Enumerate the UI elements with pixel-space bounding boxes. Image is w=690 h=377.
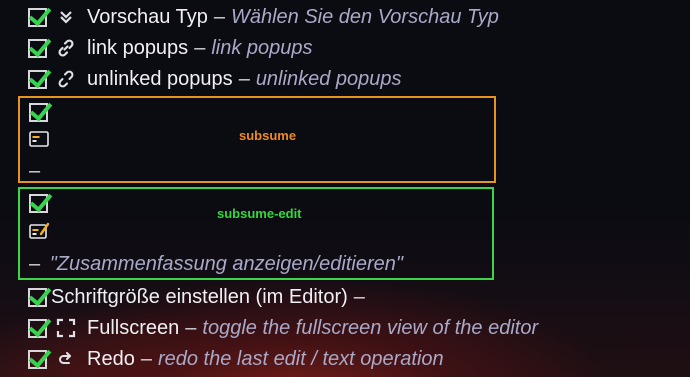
- separator-dash: –: [213, 5, 225, 28]
- option-description: "Zusammenfassung anzeigen/editieren": [49, 253, 403, 275]
- redo-icon: [55, 348, 77, 370]
- checkbox-fullscreen[interactable]: [28, 318, 47, 338]
- option-subsume-highlight: subsume –: [18, 96, 496, 183]
- option-label: Schriftgröße einstellen (im Editor): [51, 285, 348, 308]
- option-unlinked-popups[interactable]: unlinked popups – unlinked popups: [28, 65, 402, 93]
- option-label: Fullscreen: [87, 316, 180, 339]
- option-label: Redo: [87, 347, 135, 370]
- separator-dash: –: [194, 36, 206, 59]
- separator-dash: –: [140, 347, 152, 370]
- fullscreen-icon: [55, 317, 77, 339]
- option-link-popups[interactable]: link popups – link popups: [28, 34, 313, 62]
- option-schriftgroesse[interactable]: Schriftgröße einstellen (im Editor) –: [28, 283, 371, 311]
- subsume-title: subsume: [239, 128, 297, 143]
- checkbox-redo[interactable]: [28, 349, 47, 369]
- separator-dash: –: [29, 160, 41, 182]
- checkbox-unlinked-popups[interactable]: [28, 69, 47, 89]
- subsume-edit-title: subsume-edit: [217, 206, 302, 221]
- checkbox-link-popups[interactable]: [28, 38, 47, 58]
- option-description: link popups: [211, 36, 313, 59]
- option-label: Vorschau Typ: [87, 5, 208, 28]
- unlink-icon: [55, 68, 77, 90]
- option-description: Wählen Sie den Vorschau Typ: [230, 5, 499, 28]
- option-vorschau-typ[interactable]: Vorschau Typ – Wählen Sie den Vorschau T…: [28, 3, 499, 31]
- option-description: toggle the fullscreen view of the editor: [202, 316, 539, 339]
- option-label: link popups: [87, 36, 189, 59]
- chevron-double-down-icon: [55, 6, 77, 28]
- option-description: redo the last edit / text operation: [157, 347, 444, 370]
- separator-dash: –: [29, 253, 41, 275]
- option-redo[interactable]: Redo – redo the last edit / text operati…: [28, 345, 444, 373]
- checkbox-subsume-edit[interactable]: [29, 194, 48, 213]
- checkbox-schriftgroesse[interactable]: [28, 287, 47, 307]
- option-fullscreen[interactable]: Fullscreen – toggle the fullscreen view …: [28, 314, 538, 342]
- checkbox-vorschau-typ[interactable]: [28, 7, 47, 27]
- option-subsume-edit-highlight: subsume-edit – "Zusammenfassung anzeigen…: [18, 187, 494, 280]
- checkbox-subsume[interactable]: [29, 103, 48, 122]
- summary-edit-icon: [29, 222, 51, 245]
- summary-icon: [29, 131, 49, 152]
- option-description: unlinked popups: [255, 67, 402, 90]
- link-icon: [55, 37, 77, 59]
- separator-dash: –: [353, 285, 365, 308]
- separator-dash: –: [185, 316, 197, 339]
- separator-dash: –: [238, 67, 250, 90]
- option-label: unlinked popups: [87, 67, 233, 90]
